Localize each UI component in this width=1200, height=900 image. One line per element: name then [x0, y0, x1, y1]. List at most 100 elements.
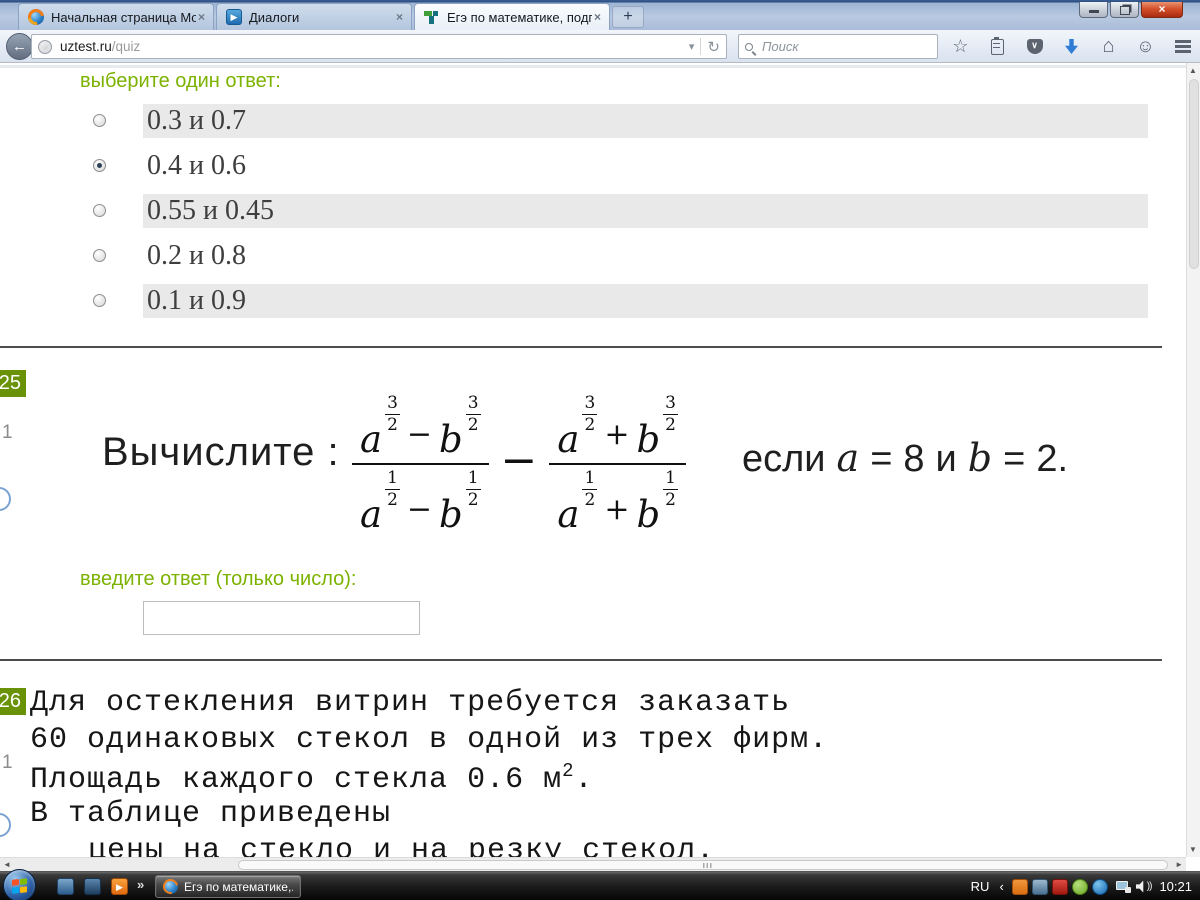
search-input[interactable] [760, 38, 940, 55]
option-radio-3[interactable] [93, 249, 106, 262]
hello-smiley-icon[interactable]: ☺ [1127, 33, 1164, 61]
question-number-badge: 25 [0, 370, 26, 397]
tab-close-icon[interactable]: × [592, 10, 603, 24]
option-radio-2[interactable] [93, 204, 106, 217]
option-radio-4[interactable] [93, 294, 106, 307]
tray-icon-4[interactable] [1071, 878, 1088, 895]
quicklaunch-media-icon[interactable]: ▶ [111, 878, 128, 895]
new-tab-button[interactable]: + [612, 6, 644, 28]
horizontal-scroll-thumb[interactable] [238, 859, 1168, 870]
tab-title: Диалоги [249, 9, 300, 25]
firefox-icon [28, 9, 44, 25]
uztest-icon [424, 9, 440, 25]
q25-formula: a32 − b32 a12 − b12 − a32 + b32 a 1 2 + … [352, 366, 686, 562]
option-row[interactable]: 0.4 и 0.6 [0, 149, 1186, 183]
fraction-2: a32 + b32 a12 + b12 [549, 394, 686, 533]
tab-title: Начальная страница Mozi... [51, 9, 196, 25]
quicklaunch-chevron[interactable]: » [137, 877, 144, 892]
back-button[interactable]: ← [6, 33, 33, 60]
home-icon[interactable]: ⌂ [1090, 33, 1127, 61]
option-label: 0.55 и 0.45 [147, 195, 274, 226]
q26-text-line: 60 одинаковых стекол в одной из трех фир… [30, 723, 829, 757]
tab-dialogs[interactable]: ▶ Диалоги × [216, 3, 412, 30]
search-icon [745, 42, 753, 51]
tray-expand-icon[interactable]: ‹ [999, 879, 1003, 894]
question-points: 1 [2, 422, 13, 443]
option-label: 0.2 и 0.8 [147, 240, 246, 271]
bookmark-star-icon[interactable]: ☆ [942, 33, 979, 61]
language-indicator[interactable]: RU [971, 879, 990, 894]
q26-text-line: В таблице приведены [30, 797, 392, 831]
scroll-up-icon[interactable]: ▲ [1189, 66, 1197, 75]
option-row[interactable]: 0.3 и 0.7 [0, 104, 1186, 138]
tab-title: Егэ по математике, подго... [447, 9, 592, 25]
tray-icon-1[interactable] [1011, 878, 1028, 895]
q26-text-line: Площадь каждого стекла 0.6 м2. [30, 760, 594, 797]
windows-logo-icon [12, 877, 27, 894]
scroll-down-icon[interactable]: ▼ [1189, 845, 1197, 854]
vertical-scrollbar[interactable]: ▲ ▼ [1186, 63, 1200, 857]
section-divider [0, 346, 1162, 348]
start-button[interactable] [3, 869, 36, 900]
system-tray: RU ‹ )) 10:21 [971, 872, 1200, 900]
answer-label: введите ответ (только число): [80, 568, 357, 590]
tab-ege-math[interactable]: Егэ по математике, подго... × [414, 3, 610, 30]
browser-titlebar: Начальная страница Mozi... × ▶ Диалоги ×… [0, 0, 1200, 30]
q25-condition: если a = 8 и b = 2. [742, 436, 1069, 480]
question-number-badge: 26 [0, 688, 26, 715]
option-radio-1[interactable] [93, 159, 106, 172]
close-button[interactable]: × [1141, 2, 1183, 18]
url-text: uztest.ru/quiz [60, 39, 140, 54]
choose-answer-label: выберите один ответ: [80, 70, 281, 92]
option-row[interactable]: 0.55 и 0.45 [0, 194, 1186, 228]
url-host: uztest.ru [60, 39, 112, 54]
navigation-toolbar: ← uztest.ru/quiz ▾ ↻ ☆ ∨ ⌂ ☺ [0, 30, 1200, 63]
question-marker-icon[interactable] [0, 487, 11, 511]
tab-close-icon[interactable]: × [196, 10, 207, 24]
taskbar: ▶ » Егэ по математике,... RU ‹ )) 10:21 [0, 869, 1200, 900]
downloads-icon[interactable] [1053, 33, 1090, 61]
search-box[interactable] [738, 34, 940, 59]
option-row[interactable]: 0.2 и 0.8 [0, 239, 1186, 273]
option-row[interactable]: 0.1 и 0.9 [0, 284, 1186, 318]
scroll-right-icon[interactable]: ► [1175, 860, 1183, 869]
q25-prompt: Вычислите : [102, 430, 340, 474]
q26-text-line: цены на стекло и на резку стекол. [88, 834, 716, 857]
tray-icon-5[interactable] [1091, 878, 1108, 895]
tab-home[interactable]: Начальная страница Mozi... × [18, 3, 214, 30]
url-bar[interactable]: uztest.ru/quiz ▾ ↻ [31, 34, 727, 59]
option-label: 0.3 и 0.7 [147, 105, 246, 136]
network-icon[interactable] [1115, 880, 1131, 893]
option-radio-0[interactable] [93, 114, 106, 127]
tab-close-icon[interactable]: × [394, 10, 405, 24]
question-marker-icon[interactable] [0, 813, 11, 837]
window-controls: × [1077, 2, 1183, 18]
reload-icon[interactable]: ↻ [707, 38, 720, 56]
vertical-scroll-thumb[interactable] [1188, 79, 1199, 269]
quicklaunch-icon-2[interactable] [84, 878, 101, 895]
minimize-button[interactable] [1079, 2, 1108, 18]
url-dropdown-icon[interactable]: ▾ [689, 40, 695, 53]
pocket-icon[interactable]: ∨ [1016, 33, 1053, 61]
quicklaunch-icon-1[interactable] [57, 878, 74, 895]
minus-operator: − [500, 434, 538, 486]
horizontal-scrollbar[interactable]: ◄ ► [0, 857, 1186, 871]
question-points: 1 [2, 752, 13, 773]
fraction-1: a32 − b32 a12 − b12 [352, 394, 489, 533]
play-icon: ▶ [226, 9, 242, 25]
tray-icon-2[interactable] [1031, 878, 1048, 895]
answer-input[interactable] [143, 601, 420, 635]
scroll-left-icon[interactable]: ◄ [3, 860, 11, 869]
url-path: /quiz [111, 39, 141, 54]
globe-icon [38, 39, 52, 54]
desktop-screen: Начальная страница Mozi... × ▶ Диалоги ×… [0, 0, 1200, 900]
option-label: 0.4 и 0.6 [147, 150, 246, 181]
taskbar-window-button[interactable]: Егэ по математике,... [155, 875, 301, 898]
q26-text-line: Для остекления витрин требуется заказать [30, 686, 791, 720]
reading-list-icon[interactable] [979, 33, 1016, 61]
menu-hamburger-icon[interactable] [1164, 33, 1200, 61]
tray-icon-3[interactable] [1051, 878, 1068, 895]
restore-button[interactable] [1110, 2, 1139, 18]
clock: 10:21 [1159, 879, 1192, 894]
volume-icon[interactable]: )) [1135, 880, 1152, 893]
